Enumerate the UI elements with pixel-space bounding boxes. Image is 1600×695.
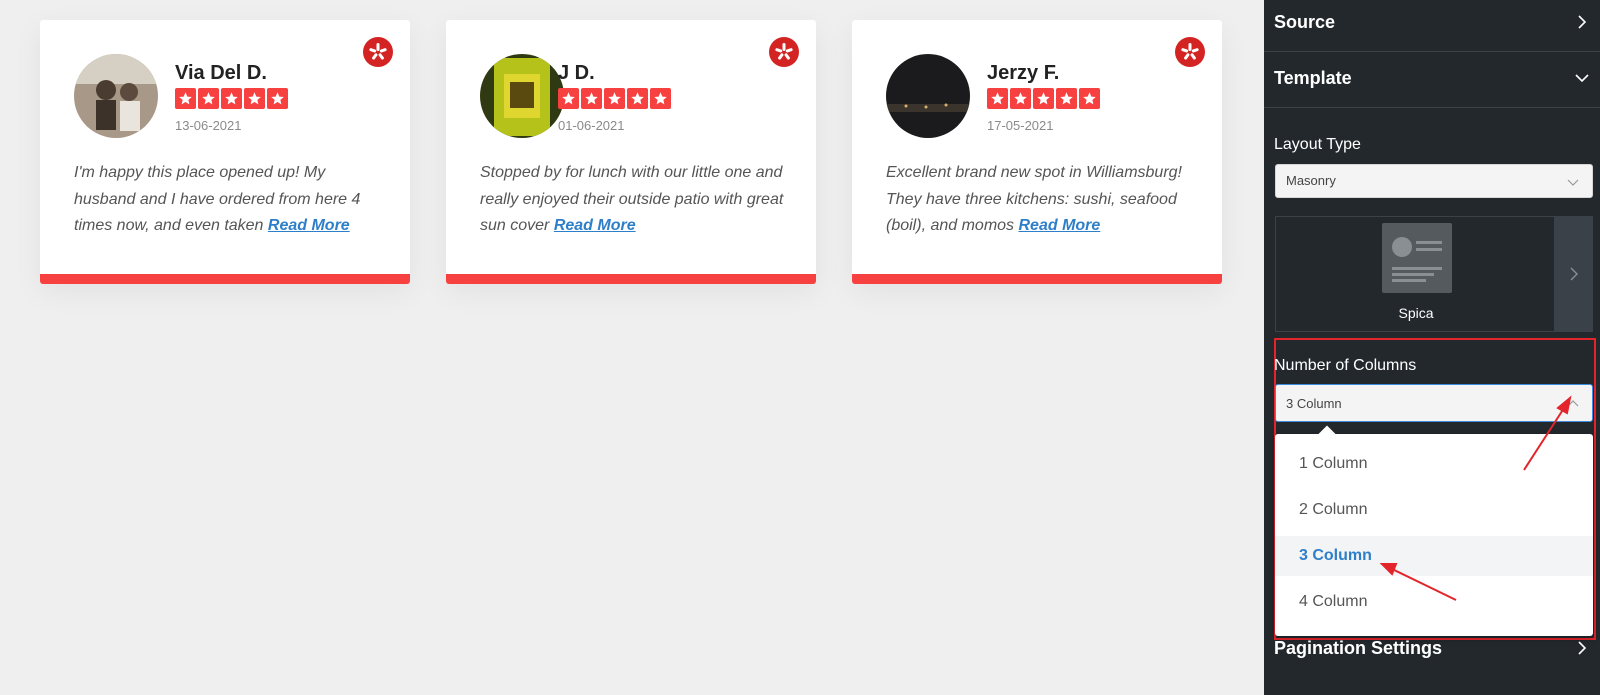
template-section-header[interactable]: Template: [1264, 52, 1600, 108]
column-option-3[interactable]: 3 Column: [1275, 536, 1593, 576]
star-icon: [650, 88, 671, 109]
star-rating: [987, 88, 1100, 109]
column-option-4[interactable]: 4 Column: [1275, 582, 1593, 622]
star-icon: [604, 88, 625, 109]
chevron-right-icon: [1578, 15, 1587, 29]
star-icon: [1033, 88, 1054, 109]
star-icon: [1056, 88, 1077, 109]
reviewer-name: Via Del D.: [175, 62, 267, 84]
pagination-section-header[interactable]: Pagination Settings: [1264, 622, 1600, 678]
chevron-up-icon: [1567, 400, 1579, 407]
chevron-down-icon: [1567, 179, 1579, 186]
yelp-icon: [1175, 37, 1205, 67]
review-card: Via Del D. 13-06-2021 I'm happy this pla…: [40, 20, 410, 284]
card-accent-bar: [40, 274, 410, 284]
layout-type-label: Layout Type: [1274, 136, 1361, 153]
review-date: 01-06-2021: [558, 118, 625, 133]
review-text: Excellent brand new spot in Williamsburg…: [886, 160, 1196, 240]
columns-value: 3 Column: [1286, 396, 1342, 411]
layout-type-value: Masonry: [1286, 173, 1336, 188]
columns-label: Number of Columns: [1274, 357, 1417, 374]
star-icon: [987, 88, 1008, 109]
star-icon: [244, 88, 265, 109]
columns-dropdown-menu: 1 Column 2 Column 3 Column 4 Column: [1275, 425, 1593, 636]
avatar: [886, 54, 970, 138]
star-icon: [1079, 88, 1100, 109]
template-preview-card[interactable]: Spica: [1275, 216, 1555, 332]
source-section-header[interactable]: Source: [1264, 0, 1600, 52]
star-icon: [627, 88, 648, 109]
read-more-link[interactable]: Read More: [268, 217, 350, 234]
column-option-1[interactable]: 1 Column: [1275, 444, 1593, 484]
source-label: Source: [1274, 12, 1336, 32]
review-card: J D. 01-06-2021 Stopped by for lunch wit…: [446, 20, 816, 284]
review-card: Jerzy F. 17-05-2021 Excellent brand new …: [852, 20, 1222, 284]
read-more-link[interactable]: Read More: [1019, 217, 1101, 234]
pagination-label: Pagination Settings: [1274, 638, 1443, 658]
template-next-button[interactable]: [1555, 216, 1593, 332]
star-rating: [558, 88, 671, 109]
star-icon: [267, 88, 288, 109]
star-icon: [1010, 88, 1031, 109]
star-rating: [175, 88, 288, 109]
read-more-link[interactable]: Read More: [554, 217, 636, 234]
star-icon: [175, 88, 196, 109]
chevron-right-icon: [1570, 267, 1578, 281]
reviewer-name: Jerzy F.: [987, 62, 1060, 84]
avatar: [74, 54, 158, 138]
chevron-right-icon: [1578, 641, 1587, 655]
column-option-2[interactable]: 2 Column: [1275, 490, 1593, 530]
columns-select[interactable]: 3 Column: [1275, 384, 1593, 422]
star-icon: [558, 88, 579, 109]
review-date: 13-06-2021: [175, 118, 242, 133]
card-accent-bar: [446, 274, 816, 284]
star-icon: [581, 88, 602, 109]
layout-type-select[interactable]: Masonry: [1275, 164, 1593, 198]
avatar: [480, 54, 564, 138]
star-icon: [198, 88, 219, 109]
yelp-icon: [363, 37, 393, 67]
settings-sidebar: Source Template Layout Type Masonry Spic…: [1264, 0, 1600, 695]
review-preview-area: Via Del D. 13-06-2021 I'm happy this pla…: [0, 0, 1264, 695]
card-accent-bar: [852, 274, 1222, 284]
template-thumbnail: [1382, 223, 1452, 293]
yelp-icon: [769, 37, 799, 67]
review-text: Stopped by for lunch with our little one…: [480, 160, 790, 240]
reviewer-name: J D.: [558, 62, 595, 84]
template-name: Spica: [1398, 305, 1434, 321]
star-icon: [221, 88, 242, 109]
chevron-down-icon: [1575, 74, 1589, 83]
review-text: I'm happy this place opened up! My husba…: [74, 160, 384, 240]
review-date: 17-05-2021: [987, 118, 1054, 133]
template-label: Template: [1274, 68, 1352, 88]
